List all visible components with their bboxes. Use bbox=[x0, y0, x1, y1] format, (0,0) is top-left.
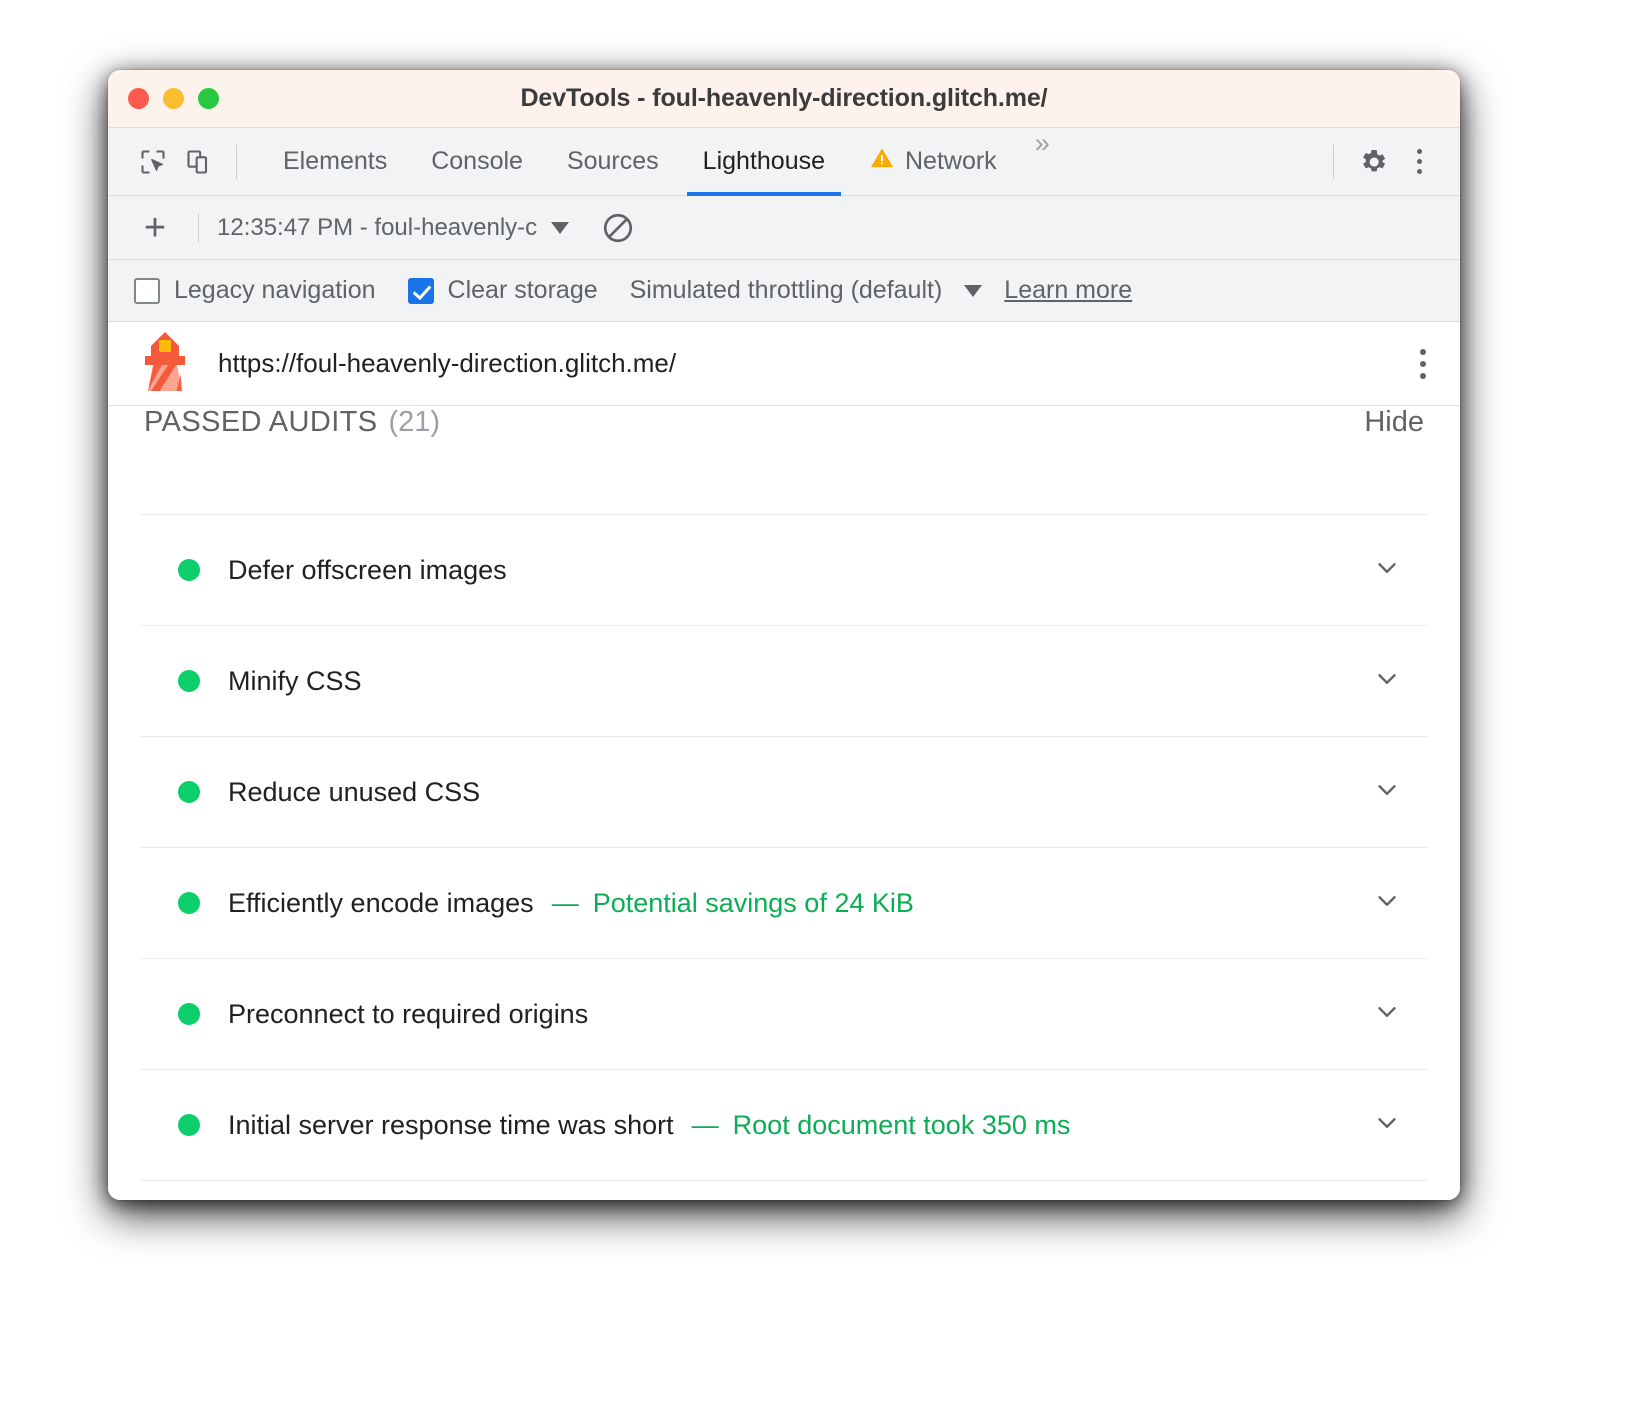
chevron-down-icon[interactable] bbox=[1372, 1108, 1402, 1143]
kebab-menu-icon[interactable] bbox=[1396, 139, 1442, 185]
audit-row[interactable]: Initial server response time was short —… bbox=[140, 1070, 1428, 1181]
tab-console[interactable]: Console bbox=[409, 128, 545, 196]
audit-title: Preconnect to required origins bbox=[228, 999, 588, 1030]
tab-sources[interactable]: Sources bbox=[545, 128, 681, 196]
new-report-button[interactable]: + bbox=[134, 209, 176, 247]
screenshot-root: DevTools - foul-heavenly-direction.glitc… bbox=[0, 0, 1644, 1408]
chevron-down-icon bbox=[551, 222, 569, 234]
tab-label: Console bbox=[431, 147, 523, 176]
tab-label: Network bbox=[905, 147, 997, 176]
tab-label: Elements bbox=[283, 147, 387, 176]
audit-dash: — bbox=[552, 888, 579, 919]
gear-icon[interactable] bbox=[1350, 139, 1396, 185]
pass-status-icon bbox=[178, 892, 200, 914]
close-window-button[interactable] bbox=[128, 88, 149, 109]
report-selector-label: 12:35:47 PM - foul-heavenly-c bbox=[217, 214, 537, 242]
audit-row[interactable]: Efficiently encode images — Potential sa… bbox=[140, 848, 1428, 959]
legacy-navigation-checkbox[interactable]: Legacy navigation bbox=[134, 276, 376, 305]
audit-title: Initial server response time was short bbox=[228, 1110, 674, 1141]
run-toolbar-divider bbox=[198, 213, 199, 243]
audit-list: Defer offscreen images Minify CSS bbox=[140, 514, 1428, 1181]
clear-storage-label: Clear storage bbox=[448, 276, 598, 305]
pass-status-icon bbox=[178, 670, 200, 692]
audit-detail: Potential savings of 24 KiB bbox=[593, 888, 914, 919]
chevron-down-icon[interactable] bbox=[1372, 664, 1402, 699]
audit-title: Reduce unused CSS bbox=[228, 777, 480, 808]
tab-label: Sources bbox=[567, 147, 659, 176]
more-tabs-button[interactable]: » bbox=[1019, 128, 1066, 196]
chevron-down-icon[interactable] bbox=[1372, 553, 1402, 588]
tab-lighthouse[interactable]: Lighthouse bbox=[681, 128, 847, 196]
window-title-bar: DevTools - foul-heavenly-direction.glitc… bbox=[108, 70, 1460, 128]
throttling-label: Simulated throttling (default) bbox=[630, 276, 943, 305]
pass-status-icon bbox=[178, 559, 200, 581]
window-controls bbox=[108, 88, 219, 109]
lighthouse-run-toolbar: + 12:35:47 PM - foul-heavenly-c bbox=[108, 196, 1460, 260]
warning-triangle-icon bbox=[869, 145, 895, 178]
chevron-down-icon[interactable] bbox=[1372, 886, 1402, 921]
clear-storage-checkbox[interactable]: Clear storage bbox=[408, 276, 598, 305]
chevron-down-icon bbox=[964, 285, 982, 297]
lighthouse-settings-row: Legacy navigation Clear storage Simulate… bbox=[108, 260, 1460, 322]
hide-button[interactable]: Hide bbox=[1364, 406, 1424, 439]
audit-row[interactable]: Reduce unused CSS bbox=[140, 737, 1428, 848]
lighthouse-report-body: PASSED AUDITS (21) Hide Defer offscreen … bbox=[108, 406, 1460, 1200]
report-url-bar: https://foul-heavenly-direction.glitch.m… bbox=[108, 322, 1460, 406]
chevron-down-icon[interactable] bbox=[1372, 997, 1402, 1032]
report-url: https://foul-heavenly-direction.glitch.m… bbox=[218, 348, 1410, 379]
devtools-toolbar: Elements Console Sources Lighthouse bbox=[108, 128, 1460, 196]
tab-elements[interactable]: Elements bbox=[261, 128, 409, 196]
section-title: PASSED AUDITS bbox=[144, 406, 378, 439]
checkbox-box[interactable] bbox=[408, 278, 434, 304]
audit-detail: Root document took 350 ms bbox=[733, 1110, 1071, 1141]
audit-row[interactable]: Minify CSS bbox=[140, 626, 1428, 737]
kebab-dots bbox=[1417, 149, 1422, 174]
devtools-window: DevTools - foul-heavenly-direction.glitc… bbox=[108, 70, 1460, 1200]
audit-row[interactable]: Preconnect to required origins bbox=[140, 959, 1428, 1070]
maximize-window-button[interactable] bbox=[198, 88, 219, 109]
panel-tabs: Elements Console Sources Lighthouse bbox=[261, 128, 1066, 196]
pass-status-icon bbox=[178, 1003, 200, 1025]
pass-status-icon bbox=[178, 1114, 200, 1136]
learn-more-link[interactable]: Learn more bbox=[1004, 276, 1132, 305]
clear-reports-button[interactable] bbox=[601, 211, 635, 245]
legacy-navigation-label: Legacy navigation bbox=[174, 276, 376, 305]
audit-row[interactable]: Defer offscreen images bbox=[140, 515, 1428, 626]
audit-dash: — bbox=[692, 1110, 719, 1141]
throttling-selector[interactable]: Simulated throttling (default) bbox=[630, 276, 983, 305]
report-selector[interactable]: 12:35:47 PM - foul-heavenly-c bbox=[217, 214, 569, 242]
checkbox-box[interactable] bbox=[134, 278, 160, 304]
minimize-window-button[interactable] bbox=[163, 88, 184, 109]
lighthouse-icon bbox=[138, 330, 192, 397]
toolbar-divider-right bbox=[1333, 145, 1334, 179]
tab-network[interactable]: Network bbox=[847, 128, 1019, 196]
audit-title: Efficiently encode images bbox=[228, 888, 534, 919]
toolbar-divider bbox=[236, 145, 237, 179]
inspect-cursor-icon[interactable] bbox=[130, 139, 176, 185]
window-title: DevTools - foul-heavenly-direction.glitc… bbox=[108, 84, 1460, 113]
audit-title: Minify CSS bbox=[228, 666, 362, 697]
device-toolbar-icon[interactable] bbox=[176, 139, 222, 185]
chevron-down-icon[interactable] bbox=[1372, 775, 1402, 810]
audit-title: Defer offscreen images bbox=[228, 555, 507, 586]
tab-label: Lighthouse bbox=[703, 147, 825, 176]
pass-status-icon bbox=[178, 781, 200, 803]
report-menu-icon[interactable] bbox=[1410, 341, 1436, 387]
section-count: (21) bbox=[389, 406, 441, 439]
passed-audits-header: PASSED AUDITS (21) Hide bbox=[140, 406, 1428, 514]
